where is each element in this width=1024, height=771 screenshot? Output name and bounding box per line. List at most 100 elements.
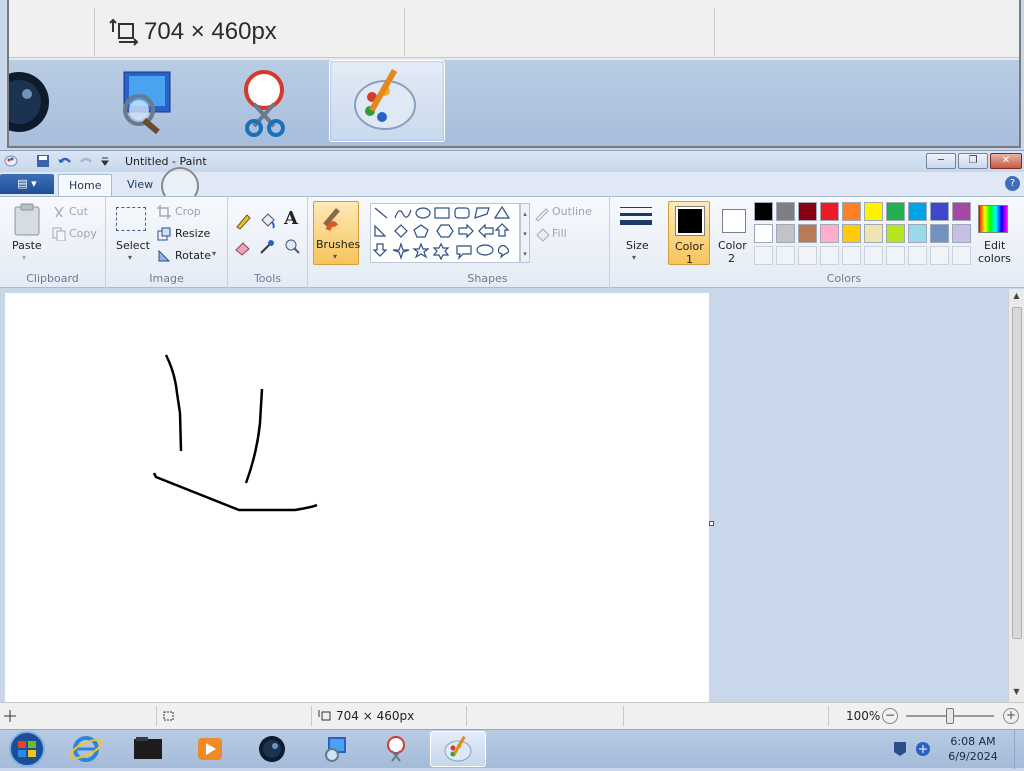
color-picker-icon[interactable] (257, 237, 277, 257)
select-button[interactable]: Select (116, 239, 150, 252)
resize-button[interactable]: Resize (175, 227, 210, 240)
custom-color-slot[interactable] (886, 246, 905, 265)
action-center-flag-icon[interactable] (892, 740, 908, 758)
color-swatch[interactable] (908, 224, 927, 243)
color-swatch[interactable] (930, 202, 949, 221)
copy-icon[interactable] (52, 227, 66, 241)
color-swatch[interactable] (754, 224, 773, 243)
custom-color-slot[interactable] (754, 246, 773, 265)
four-point-star-shape-icon (392, 242, 410, 260)
minimize-button[interactable]: ─ (926, 153, 956, 169)
taskbar-snipping-tool[interactable] (368, 731, 424, 767)
outline-icon[interactable] (534, 205, 550, 221)
size-button[interactable]: Size (626, 239, 649, 252)
tab-view[interactable]: View (117, 174, 163, 196)
zoom-slider-thumb[interactable] (946, 708, 954, 724)
taskbar-internet-explorer[interactable] (58, 731, 114, 767)
custom-color-slot[interactable] (930, 246, 949, 265)
color-swatch[interactable] (886, 224, 905, 243)
color-swatch[interactable] (776, 202, 795, 221)
canvas-resize-handle[interactable] (709, 521, 714, 526)
custom-color-slot[interactable] (908, 246, 927, 265)
color-swatch[interactable] (842, 224, 861, 243)
fill-button[interactable]: Fill (552, 227, 567, 240)
resize-icon[interactable] (157, 227, 171, 241)
cut-button[interactable]: Cut (69, 205, 88, 218)
brush-icon (323, 208, 340, 231)
fill-bucket-icon[interactable] (257, 211, 277, 231)
show-desktop-button[interactable] (1014, 730, 1024, 769)
custom-color-slot[interactable] (776, 246, 795, 265)
size-icon[interactable] (620, 205, 652, 233)
tab-home[interactable]: Home (58, 174, 113, 196)
rotate-dropdown-arrow[interactable]: ▾ (212, 249, 216, 258)
save-icon[interactable] (36, 154, 50, 168)
paint-app-icon[interactable] (4, 154, 18, 168)
color1-button[interactable]: Color 1 (668, 201, 710, 266)
copy-button[interactable]: Copy (69, 227, 97, 240)
rotate-button[interactable]: Rotate (175, 249, 211, 262)
edit-colors-button[interactable]: Edit colors (976, 203, 1020, 265)
taskbar-file-explorer[interactable] (120, 731, 176, 767)
taskbar-media-center[interactable] (244, 731, 300, 767)
cut-icon[interactable] (52, 205, 66, 219)
custom-color-slot[interactable] (820, 246, 839, 265)
outline-button[interactable]: Outline (552, 205, 592, 218)
color-swatch[interactable] (776, 224, 795, 243)
color-swatch[interactable] (798, 202, 817, 221)
text-tool-icon[interactable]: A (284, 208, 298, 229)
color-swatch[interactable] (952, 224, 971, 243)
color-swatch[interactable] (842, 202, 861, 221)
crop-icon[interactable] (157, 205, 171, 219)
file-menu-button[interactable]: ▤ ▾ (0, 174, 54, 194)
close-button[interactable]: ✕ (990, 153, 1022, 169)
paste-button[interactable]: Paste (12, 239, 42, 252)
size-dropdown-arrow[interactable]: ▾ (632, 253, 636, 262)
start-button[interactable] (6, 730, 48, 768)
redo-icon[interactable] (78, 154, 94, 168)
system-clock[interactable]: 6:08 AM 6/9/2024 (945, 734, 1001, 764)
scroll-up-arrow[interactable]: ▲ (1011, 291, 1022, 303)
custom-color-slot[interactable] (798, 246, 817, 265)
custom-color-slot[interactable] (842, 246, 861, 265)
fill-icon[interactable] (534, 227, 550, 243)
taskbar-network[interactable] (306, 731, 362, 767)
magnifier-icon[interactable] (282, 237, 302, 257)
pencil-icon[interactable] (233, 211, 253, 231)
custom-color-slot[interactable] (864, 246, 883, 265)
paste-dropdown-arrow[interactable]: ▾ (22, 253, 26, 262)
color-swatch[interactable] (820, 202, 839, 221)
color-swatch[interactable] (864, 202, 883, 221)
customize-quick-access-icon[interactable] (100, 155, 110, 167)
taskbar-media-player[interactable] (182, 731, 238, 767)
color-swatch[interactable] (798, 224, 817, 243)
color-swatch[interactable] (908, 202, 927, 221)
color2-button[interactable]: Color 2 (714, 201, 754, 265)
network-status-icon[interactable] (914, 740, 932, 758)
shapes-gallery-scroll[interactable]: ▴ ▾ ▾ (520, 203, 530, 263)
paste-icon[interactable] (12, 203, 42, 237)
eraser-icon[interactable] (233, 237, 253, 257)
color-swatch[interactable] (886, 202, 905, 221)
color-swatch[interactable] (820, 224, 839, 243)
scroll-down-arrow[interactable]: ▼ (1011, 687, 1022, 699)
drawing-canvas[interactable] (5, 293, 709, 702)
brushes-button[interactable]: Brushes ▾ (313, 201, 360, 265)
color-swatch[interactable] (930, 224, 949, 243)
zoom-out-button[interactable]: − (882, 708, 898, 724)
custom-color-slot[interactable] (952, 246, 971, 265)
rotate-icon[interactable] (157, 249, 171, 263)
vertical-scrollbar[interactable]: ▲ ▼ (1008, 289, 1024, 702)
crop-button[interactable]: Crop (175, 205, 201, 218)
color-swatch[interactable] (754, 202, 773, 221)
select-icon[interactable] (116, 207, 146, 231)
undo-icon[interactable] (57, 154, 73, 168)
zoom-in-button[interactable]: + (1003, 708, 1019, 724)
color-swatch[interactable] (952, 202, 971, 221)
help-button[interactable]: ? (1005, 176, 1020, 191)
select-dropdown-arrow[interactable]: ▾ (128, 253, 132, 262)
restore-button[interactable]: ❐ (958, 153, 988, 169)
taskbar-paint[interactable] (430, 731, 486, 767)
color-swatch[interactable] (864, 224, 883, 243)
scroll-thumb[interactable] (1012, 307, 1022, 639)
